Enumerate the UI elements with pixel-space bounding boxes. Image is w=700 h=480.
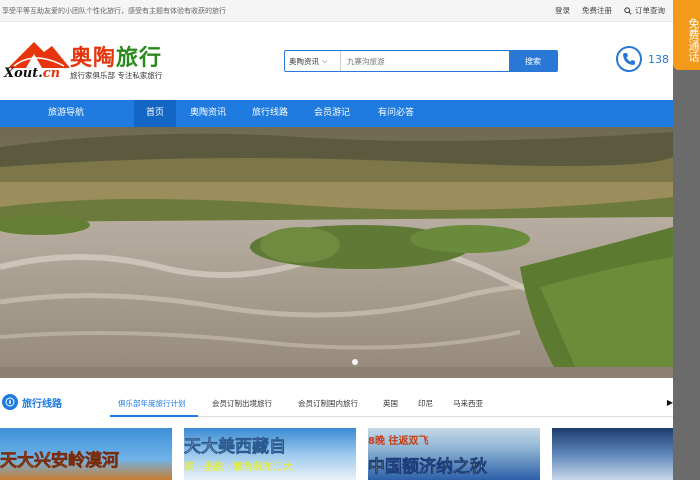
- phone-icon: [616, 46, 642, 72]
- logo-domain: Xout.cn: [4, 66, 61, 81]
- order-query-link[interactable]: 订单查询: [624, 5, 665, 16]
- nav-item-qa[interactable]: 有问必答: [368, 100, 424, 127]
- route-card[interactable]: 天大兴安岭漠河: [0, 428, 172, 480]
- tab-malaysia[interactable]: 马来西亚: [453, 398, 483, 409]
- route-card-subtitle: 察 · 墨脱 · 雅鲁藏布江大: [184, 462, 294, 473]
- search-button[interactable]: 搜索: [509, 51, 557, 71]
- active-tab-underline: [110, 415, 198, 417]
- tab-member-outbound[interactable]: 会员订制出境旅行: [212, 398, 272, 409]
- free-call-button[interactable]: 免费通话: [673, 0, 700, 70]
- phone-number: 138: [648, 52, 669, 66]
- nav-item-news[interactable]: 奥陶资讯: [182, 100, 234, 127]
- route-card-subtitle: 8晚 往返双飞: [368, 436, 429, 447]
- top-links: 登录 免费注册 订单查询: [555, 5, 665, 16]
- routes-section-header: 旅行线路 俱乐部年度旅行计划 会员订制出境旅行 会员订制国内旅行 英国 印尼 马…: [0, 390, 673, 418]
- register-link[interactable]: 免费注册: [582, 5, 612, 16]
- nav-guide[interactable]: 旅游导航: [28, 100, 104, 127]
- header: Xout.cn 奥陶旅行 旅行家俱乐部 专注私家旅行 奥陶资讯 ⌵ 搜索 138: [0, 22, 673, 100]
- section-title: 旅行线路: [2, 394, 62, 410]
- logo-tagline: 旅行家俱乐部 专注私家旅行: [70, 71, 163, 80]
- route-card-title: 天大美西藏自: [184, 437, 286, 458]
- top-bar: 享受平等互助友爱的小团队个性化旅行，感受有主题有体验有收获的旅行 登录 免费注册…: [0, 0, 673, 22]
- route-card[interactable]: 8晚 往返双飞 中国额济纳之秋: [368, 428, 540, 480]
- search-icon: [624, 6, 632, 15]
- tab-annual-plan[interactable]: 俱乐部年度旅行计划: [118, 398, 186, 409]
- order-query-label: 订单查询: [635, 6, 665, 15]
- login-link[interactable]: 登录: [555, 5, 570, 16]
- search-input[interactable]: [341, 51, 509, 71]
- routes-tabs: 俱乐部年度旅行计划 会员订制出境旅行 会员订制国内旅行 英国 印尼 马来西亚: [110, 390, 673, 417]
- tab-member-domestic[interactable]: 会员订制国内旅行: [298, 398, 358, 409]
- site-logo[interactable]: Xout.cn 奥陶旅行 旅行家俱乐部 专注私家旅行: [4, 40, 184, 88]
- main-nav: 旅游导航 首页 奥陶资讯 旅行线路 会员游记 有问必答: [0, 100, 673, 127]
- route-cards: 天大兴安岭漠河 天大美西藏自 察 · 墨脱 · 雅鲁藏布江大 8晚 往返双飞 中…: [0, 428, 673, 480]
- chevron-down-icon: ⌵: [322, 56, 328, 65]
- tab-indonesia[interactable]: 印尼: [418, 398, 433, 409]
- search-category-label: 奥陶资讯: [289, 56, 319, 66]
- section-title-text: 旅行线路: [22, 398, 62, 410]
- logo-brand-text: 奥陶旅行: [70, 46, 163, 71]
- tab-uk[interactable]: 英国: [383, 398, 398, 409]
- compass-icon: [2, 394, 18, 410]
- route-card[interactable]: [552, 428, 673, 480]
- route-card[interactable]: 天大美西藏自 察 · 墨脱 · 雅鲁藏布江大: [184, 428, 356, 480]
- phone-contact: 138: [616, 46, 669, 72]
- nav-item-home[interactable]: 首页: [134, 100, 176, 127]
- hero-banner[interactable]: [0, 127, 673, 378]
- nav-item-routes[interactable]: 旅行线路: [244, 100, 296, 127]
- site-slogan: 享受平等互助友爱的小团队个性化旅行，感受有主题有体验有收获的旅行: [2, 7, 226, 15]
- search-bar: 奥陶资讯 ⌵ 搜索: [284, 50, 558, 72]
- search-category-select[interactable]: 奥陶资讯 ⌵: [285, 51, 341, 71]
- route-card-title: 中国额济纳之秋: [368, 457, 487, 478]
- carousel-indicator[interactable]: [352, 359, 358, 365]
- nav-item-travelogues[interactable]: 会员游记: [306, 100, 358, 127]
- hero-landscape-image: [0, 127, 673, 378]
- page-scroll-strip: [673, 0, 700, 480]
- route-card-title: 天大兴安岭漠河: [0, 451, 119, 472]
